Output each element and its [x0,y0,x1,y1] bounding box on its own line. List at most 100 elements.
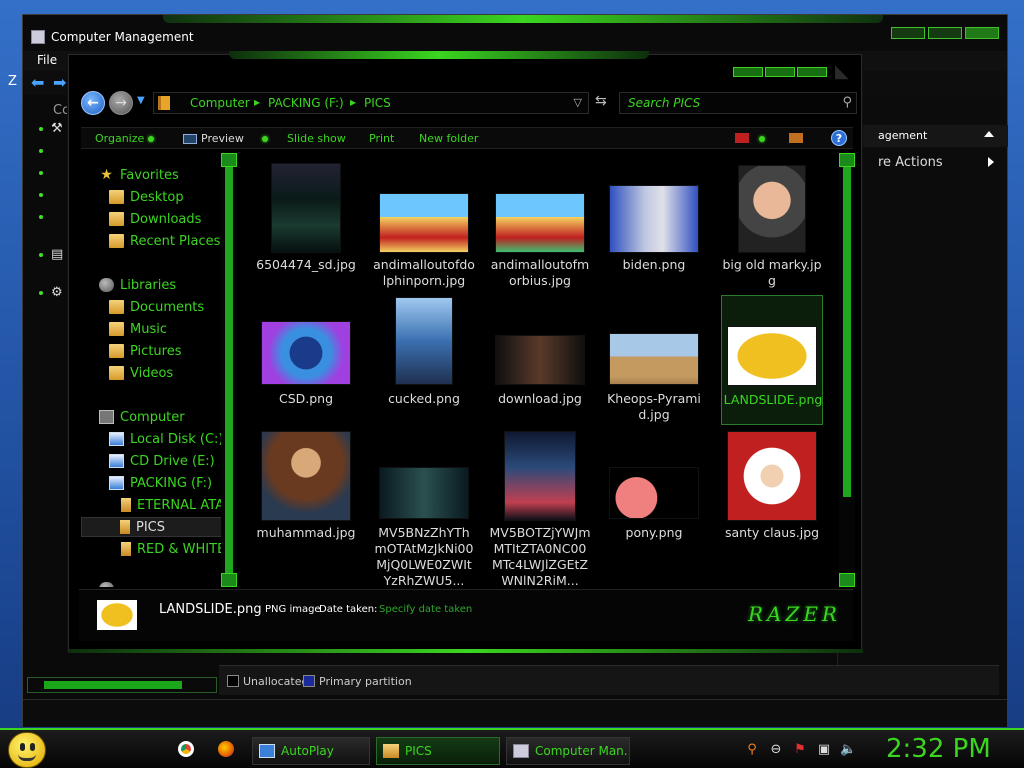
scroll-down-button[interactable] [221,573,237,587]
organize-button[interactable]: Organize [95,132,155,145]
breadcrumb-pics[interactable]: PICS [364,96,391,110]
file-list-scrollbar[interactable] [839,153,855,587]
refresh-icon[interactable]: ⇆ [595,93,615,113]
more-actions-item[interactable]: re Actions [838,151,1008,173]
scrollbar-thumb[interactable] [44,681,182,689]
actions-header[interactable]: agement [838,125,1008,147]
nav-pane-scrollbar[interactable] [221,153,237,587]
menu-file[interactable]: File [37,53,57,67]
close-button[interactable] [797,67,827,77]
maximize-button[interactable] [928,27,962,39]
services-icon[interactable]: ⚙ [51,285,67,301]
file-item[interactable]: MV5BOTZjYWJmMTItZTA0NC00MTc4LWJlZGEtZWNl… [489,429,591,587]
nav-pictures[interactable]: Pictures [109,341,181,361]
chrome-icon[interactable] [178,741,194,757]
nav-recent-places[interactable]: Recent Places [109,231,220,251]
search-box[interactable]: ⚲ [619,92,857,114]
slideshow-button[interactable]: Slide show [287,132,346,145]
file-item[interactable]: cucked.png [373,295,475,425]
nav-eternal[interactable]: ETERNAL ATA [121,495,224,515]
nav-desktop[interactable]: Desktop [109,187,184,207]
help-icon[interactable]: ? [831,130,847,146]
preview-button[interactable]: Preview [183,132,268,145]
breadcrumb-separator-icon[interactable]: ▸ [350,95,356,109]
address-bar[interactable]: Computer ▸ PACKING (F:) ▸ PICS ▽ [153,92,589,114]
nav-documents[interactable]: Documents [109,297,204,317]
file-item[interactable]: pony.png [603,429,705,559]
file-item[interactable]: santy claus.jpg [721,429,823,559]
firefox-icon[interactable] [218,741,234,757]
taskbar-computer-management[interactable]: Computer Man... [506,737,630,765]
art-thumbnail [395,297,453,385]
action-center-flag-icon[interactable]: ⚑ [792,742,808,758]
network-icon [99,582,114,587]
breadcrumb-separator-icon[interactable]: ▸ [254,95,260,109]
minimize-button[interactable] [891,27,925,39]
tree-bullet [39,193,43,197]
nav-computer[interactable]: Computer [99,407,185,427]
taskbar-pics[interactable]: PICS [376,737,500,765]
file-item[interactable]: 6504474_sd.jpg [255,161,357,291]
file-item[interactable]: biden.png [603,161,705,291]
clock[interactable]: 2:32 PM [886,734,991,764]
nav-network[interactable] [99,579,114,587]
nav-label: ETERNAL ATA [137,497,225,513]
file-item[interactable]: CSD.png [255,295,357,425]
storage-icon[interactable]: ▤ [51,247,67,263]
preview-pane-icon[interactable] [789,133,803,143]
scrollbar-track[interactable] [843,167,851,497]
views-icon[interactable] [735,133,749,143]
maximize-button[interactable] [765,67,795,77]
minus-circle-icon[interactable]: ⊖ [768,742,784,758]
taskbar-autoplay[interactable]: AutoPlay [252,737,370,765]
details-date-value[interactable]: Specify date taken [379,604,472,615]
back-arrow-icon[interactable]: ⬅ [31,75,47,91]
minimize-button[interactable] [733,67,763,77]
search-icon[interactable]: ⚲ [842,95,852,110]
start-button[interactable] [8,732,46,768]
file-item[interactable]: Kheops-Pyramid.jpg [603,295,705,425]
scrollbar-track[interactable] [225,167,233,573]
file-item[interactable]: MV5BNzZhYThmOTAtMzJkNi00MjQ0LWE0ZWItYzRh… [373,429,475,587]
file-item[interactable]: andimalloutofdolphinporn.jpg [373,161,475,291]
volume-icon[interactable]: 🔈 [840,742,856,758]
file-item[interactable]: muhammad.jpg [255,429,357,559]
scroll-up-button[interactable] [221,153,237,167]
print-button[interactable]: Print [369,132,394,145]
nav-downloads[interactable]: Downloads [109,209,201,229]
nav-red-white[interactable]: RED & WHITE [121,539,225,559]
forward-arrow-icon[interactable]: ➡ [53,75,69,91]
forward-button[interactable]: → [109,91,133,115]
nav-local-disk[interactable]: Local Disk (C:) [109,429,223,449]
back-button[interactable]: ← [81,91,105,115]
file-item[interactable]: big old marky.jpg [721,161,823,291]
scroll-up-button[interactable] [839,153,855,167]
scroll-down-button[interactable] [839,573,855,587]
address-dropdown-icon[interactable]: ▽ [574,96,582,109]
nav-packing[interactable]: PACKING (F:) [109,473,212,493]
command-bar: Organize Preview Slide show Print New fo… [81,127,853,149]
nav-favorites[interactable]: ★ Favorites [99,165,179,185]
file-item[interactable]: download.jpg [489,295,591,425]
tools-icon[interactable]: ⚒ [51,121,67,137]
recent-pages-dropdown-icon[interactable]: ▼ [137,95,145,106]
file-name: big old marky.jpg [722,257,822,288]
new-folder-button[interactable]: New folder [419,132,478,145]
nav-videos[interactable]: Videos [109,363,173,383]
computer-management-titlebar[interactable]: Computer Management [31,27,194,47]
search-icon[interactable]: ⚲ [744,742,760,758]
breadcrumb-computer[interactable]: Computer [190,96,250,110]
search-input[interactable] [628,95,828,111]
file-item-selected[interactable]: LANDSLIDE.png [721,295,823,425]
views-dropdown-dot-icon[interactable] [759,136,765,142]
nav-music[interactable]: Music [109,319,167,339]
nav-cd-drive[interactable]: CD Drive (E:) [109,451,215,471]
nav-pics[interactable]: PICS [81,517,231,537]
close-button[interactable] [965,27,999,39]
horizontal-scrollbar[interactable] [27,677,217,693]
file-item[interactable]: andimalloutofmorbius.jpg [489,161,591,291]
nav-libraries[interactable]: Libraries [99,275,176,295]
window-accent-bar [229,51,649,59]
network-icon[interactable]: ▣ [816,742,832,758]
breadcrumb-packing[interactable]: PACKING (F:) [268,96,344,110]
